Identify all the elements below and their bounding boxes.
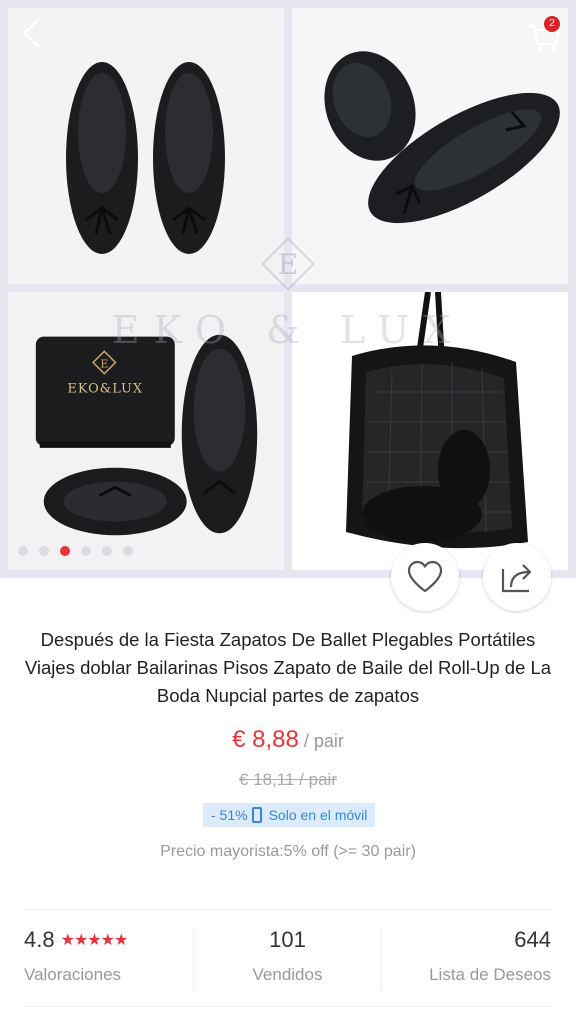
sold-stat: 101 Vendidos bbox=[194, 927, 381, 985]
phone-icon bbox=[251, 807, 262, 823]
cart-count-badge: 2 bbox=[544, 16, 560, 32]
heart-icon bbox=[407, 560, 443, 593]
wishlist-stat[interactable]: 644 Lista de Deseos bbox=[429, 927, 551, 985]
pouch-brand-label: EKO&LUX bbox=[67, 381, 143, 396]
sold-count: 101 bbox=[269, 927, 306, 952]
brand-watermark-logo: E bbox=[261, 237, 315, 291]
chevron-left-icon bbox=[22, 18, 40, 48]
price-unit: / pair bbox=[298, 731, 344, 751]
product-title: Después de la Fiesta Zapatos De Ballet P… bbox=[24, 629, 552, 706]
pouch-logo-letter: E bbox=[100, 357, 108, 370]
rating-stat[interactable]: 4.8 ★★★★★ Valoraciones bbox=[24, 927, 129, 985]
promo-text: Solo en el móvil bbox=[268, 807, 368, 823]
gallery-dot[interactable] bbox=[39, 546, 49, 556]
wishlist-count: 644 bbox=[514, 927, 551, 952]
divider bbox=[24, 1006, 552, 1007]
product-image-gallery[interactable]: E EKO&LUX E EKO & LUX 2 bbox=[0, 0, 576, 578]
wishlist-button[interactable] bbox=[391, 543, 459, 611]
gallery-dot[interactable] bbox=[102, 546, 112, 556]
gallery-dot[interactable] bbox=[18, 546, 28, 556]
wholesale-price-info: Precio mayorista:5% off (>= 30 pair) bbox=[160, 843, 416, 860]
discount-percent: - 51% bbox=[211, 807, 248, 823]
gallery-dot[interactable] bbox=[81, 546, 91, 556]
rating-value: 4.8 bbox=[24, 927, 55, 952]
gallery-dot[interactable] bbox=[123, 546, 133, 556]
svg-text:E: E bbox=[278, 248, 298, 281]
cart-button[interactable]: 2 bbox=[524, 16, 564, 54]
gallery-pagination bbox=[18, 546, 133, 556]
mobile-discount-badge: - 51% Solo en el móvil bbox=[203, 803, 376, 827]
current-price: € 8,88 bbox=[232, 726, 299, 753]
divider bbox=[381, 928, 382, 990]
wishlist-label: Lista de Deseos bbox=[429, 965, 551, 984]
brand-watermark-text: EKO & LUX bbox=[111, 308, 465, 352]
share-button[interactable] bbox=[483, 543, 551, 611]
price-row: € 8,88 / pair bbox=[0, 726, 576, 754]
back-button[interactable] bbox=[16, 16, 50, 50]
share-icon bbox=[501, 564, 532, 593]
original-price: € 18,11 / pair bbox=[239, 770, 337, 789]
star-rating-icon: ★★★★★ bbox=[60, 932, 129, 949]
divider bbox=[24, 909, 552, 910]
rating-label: Valoraciones bbox=[24, 965, 122, 984]
sold-label: Vendidos bbox=[252, 965, 323, 984]
gallery-dot-active[interactable] bbox=[60, 546, 70, 556]
